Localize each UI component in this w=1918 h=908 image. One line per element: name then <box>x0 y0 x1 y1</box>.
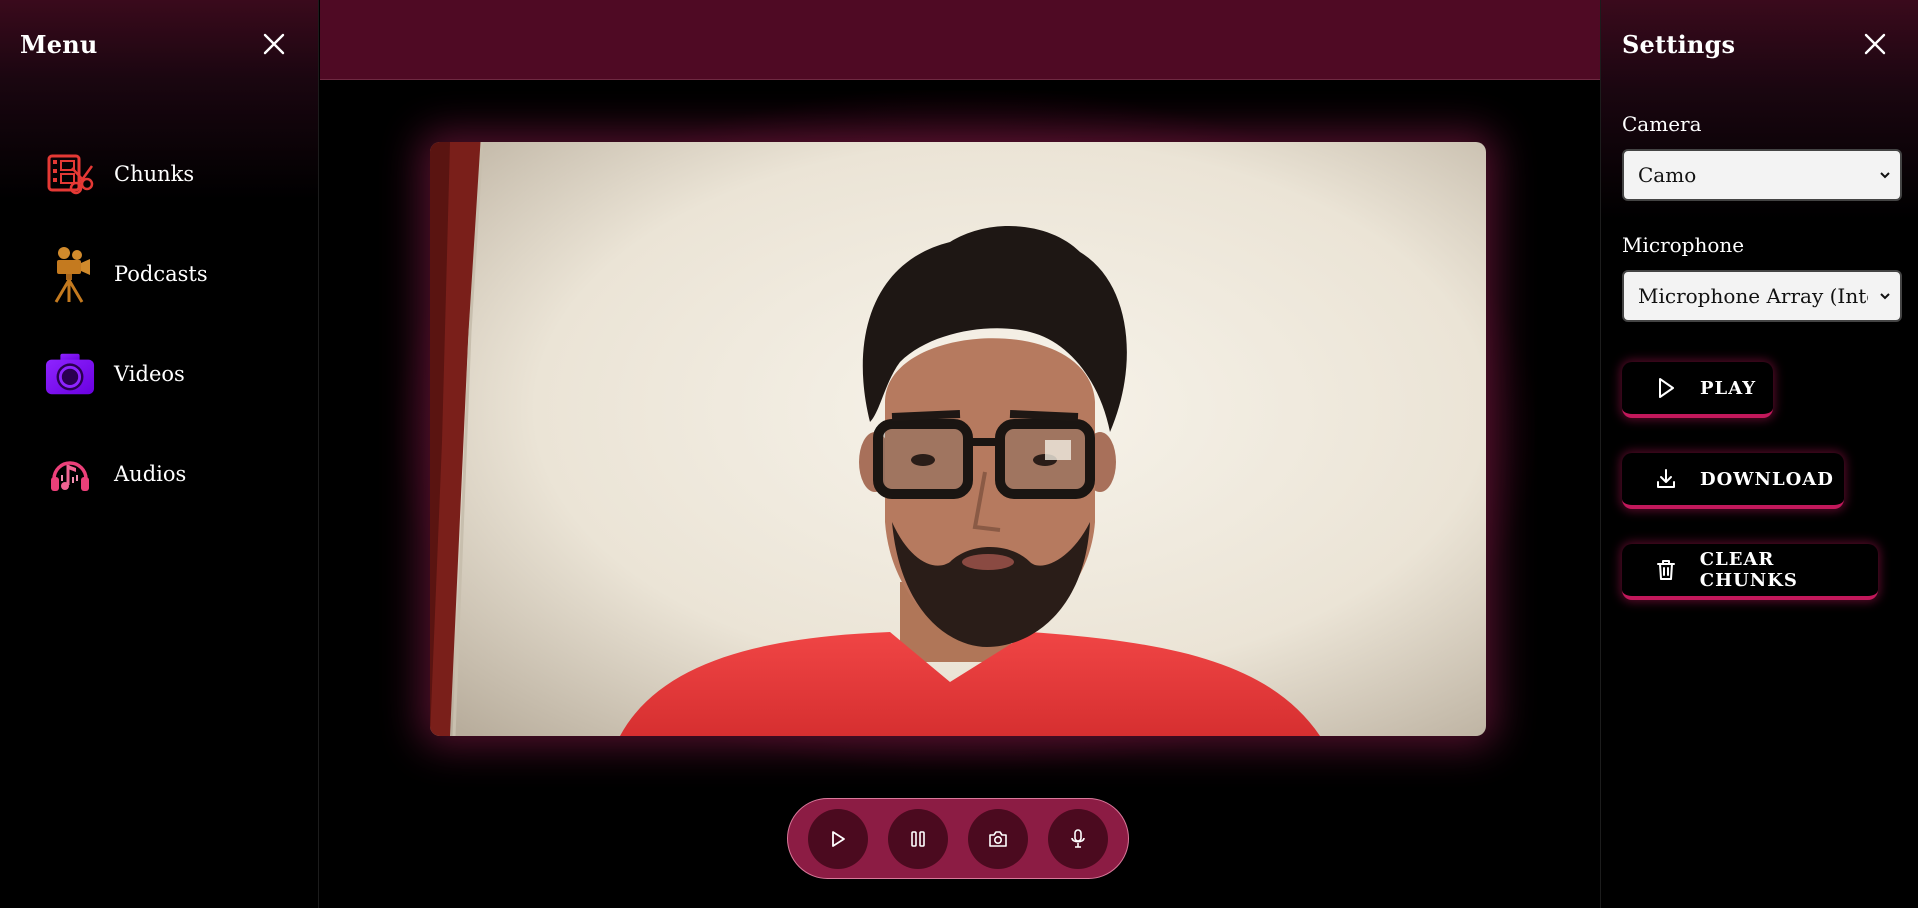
settings-close-button[interactable] <box>1860 29 1890 59</box>
camera-select[interactable]: Camo <box>1622 149 1902 201</box>
recording-controls <box>787 798 1129 879</box>
play-icon <box>1654 376 1678 400</box>
menu-close-button[interactable] <box>259 29 289 59</box>
microphone-icon <box>1071 828 1085 848</box>
app-root: Menu Chunks Podcasts Videos Audios Setti… <box>0 0 1918 908</box>
play-button[interactable]: PLAY <box>1622 362 1773 418</box>
download-icon <box>1654 467 1678 491</box>
camera-icon <box>45 349 95 399</box>
clear-chunks-button[interactable]: CLEAR CHUNKS <box>1622 544 1878 600</box>
close-icon <box>263 33 285 55</box>
download-button-label: DOWNLOAD <box>1700 468 1834 490</box>
menu-title: Menu <box>20 30 98 59</box>
film-scissors-icon <box>45 149 95 199</box>
microphone-label: Microphone <box>1622 233 1745 257</box>
camera-label: Camera <box>1622 112 1702 136</box>
menu-item-videos[interactable]: Videos <box>0 324 319 424</box>
camera-select-value: Camo <box>1638 163 1697 187</box>
close-icon <box>1864 33 1886 55</box>
play-icon <box>832 830 845 847</box>
menu-item-label: Chunks <box>114 162 195 186</box>
chevron-down-icon <box>1880 172 1890 179</box>
clear-chunks-button-label: CLEAR CHUNKS <box>1699 549 1798 591</box>
play-button-label: PLAY <box>1700 377 1757 399</box>
menu-panel: Menu Chunks Podcasts Videos Audios <box>0 0 319 908</box>
top-bar <box>320 0 1600 80</box>
menu-item-chunks[interactable]: Chunks <box>0 124 319 224</box>
settings-title: Settings <box>1622 30 1736 59</box>
menu-item-label: Podcasts <box>114 262 208 286</box>
chevron-down-icon <box>1880 293 1890 300</box>
microphone-select-value: Microphone Array (Intel® <box>1638 284 1868 308</box>
pause-button[interactable] <box>888 808 948 869</box>
menu-list: Chunks Podcasts Videos Audios <box>0 124 319 524</box>
download-button[interactable]: DOWNLOAD <box>1622 453 1844 509</box>
microphone-select[interactable]: Microphone Array (Intel® <box>1622 270 1902 322</box>
camera-preview <box>430 142 1486 736</box>
menu-item-audios[interactable]: Audios <box>0 424 319 524</box>
headphones-music-icon <box>45 449 95 499</box>
pause-icon <box>911 830 925 847</box>
menu-item-podcasts[interactable]: Podcasts <box>0 224 319 324</box>
camera-toggle-button[interactable] <box>968 808 1028 869</box>
menu-item-label: Audios <box>114 462 187 486</box>
trash-icon <box>1654 558 1678 582</box>
microphone-toggle-button[interactable] <box>1048 808 1108 869</box>
film-camera-icon <box>45 247 95 303</box>
menu-item-label: Videos <box>114 362 185 386</box>
camera-icon <box>989 830 1007 847</box>
start-record-button[interactable] <box>808 808 868 869</box>
settings-panel: Settings Camera Camo Microphone Micropho… <box>1600 0 1918 908</box>
camera-feed-image <box>430 142 1486 736</box>
